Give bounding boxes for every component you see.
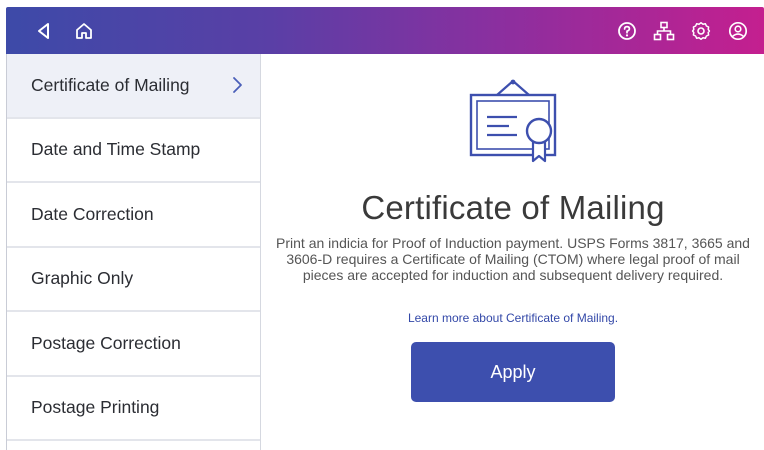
- sidebar-item-certificate-of-mailing[interactable]: Certificate of Mailing: [7, 54, 260, 119]
- page-title: Certificate of Mailing: [361, 189, 665, 226]
- top-bar: [6, 7, 764, 54]
- sidebar-item-label: Postage Printing: [31, 397, 160, 418]
- sidebar-item-date-correction[interactable]: Date Correction: [7, 183, 260, 248]
- apply-button[interactable]: Apply: [411, 342, 615, 402]
- description-text: Print an indicia for Proof of Induction …: [276, 235, 750, 283]
- sidebar-item-label: Postage Correction: [31, 332, 181, 353]
- back-icon[interactable]: [32, 19, 56, 43]
- learn-more-link[interactable]: Learn more about Certificate of Mailing.: [408, 311, 618, 325]
- account-icon[interactable]: [726, 19, 750, 43]
- chevron-right-icon: [233, 77, 242, 94]
- sidebar-item-graphic-only[interactable]: Graphic Only: [7, 248, 260, 312]
- main-panel: Certificate of Mailing Print an indicia …: [262, 54, 764, 450]
- home-icon[interactable]: [72, 19, 96, 43]
- top-bar-left: [6, 7, 96, 54]
- sidebar-item-label: Date Correction: [31, 203, 154, 224]
- sidebar-item-date-and-time-stamp[interactable]: Date and Time Stamp: [7, 119, 260, 183]
- help-icon[interactable]: [615, 19, 639, 43]
- settings-icon[interactable]: [689, 19, 713, 43]
- top-bar-right: [615, 7, 764, 54]
- sidebar-item-label: Date and Time Stamp: [31, 139, 201, 160]
- sidebar-item-postage-printing[interactable]: Postage Printing: [7, 377, 260, 441]
- sidebar-item-label: Graphic Only: [31, 268, 134, 289]
- sidebar-item-label: Certificate of Mailing: [31, 74, 190, 95]
- network-icon[interactable]: [652, 19, 676, 43]
- certificate-icon: [469, 79, 557, 163]
- sidebar: Certificate of Mailing Date and Time Sta…: [7, 54, 261, 450]
- sidebar-item-postage-correction[interactable]: Postage Correction: [7, 312, 260, 377]
